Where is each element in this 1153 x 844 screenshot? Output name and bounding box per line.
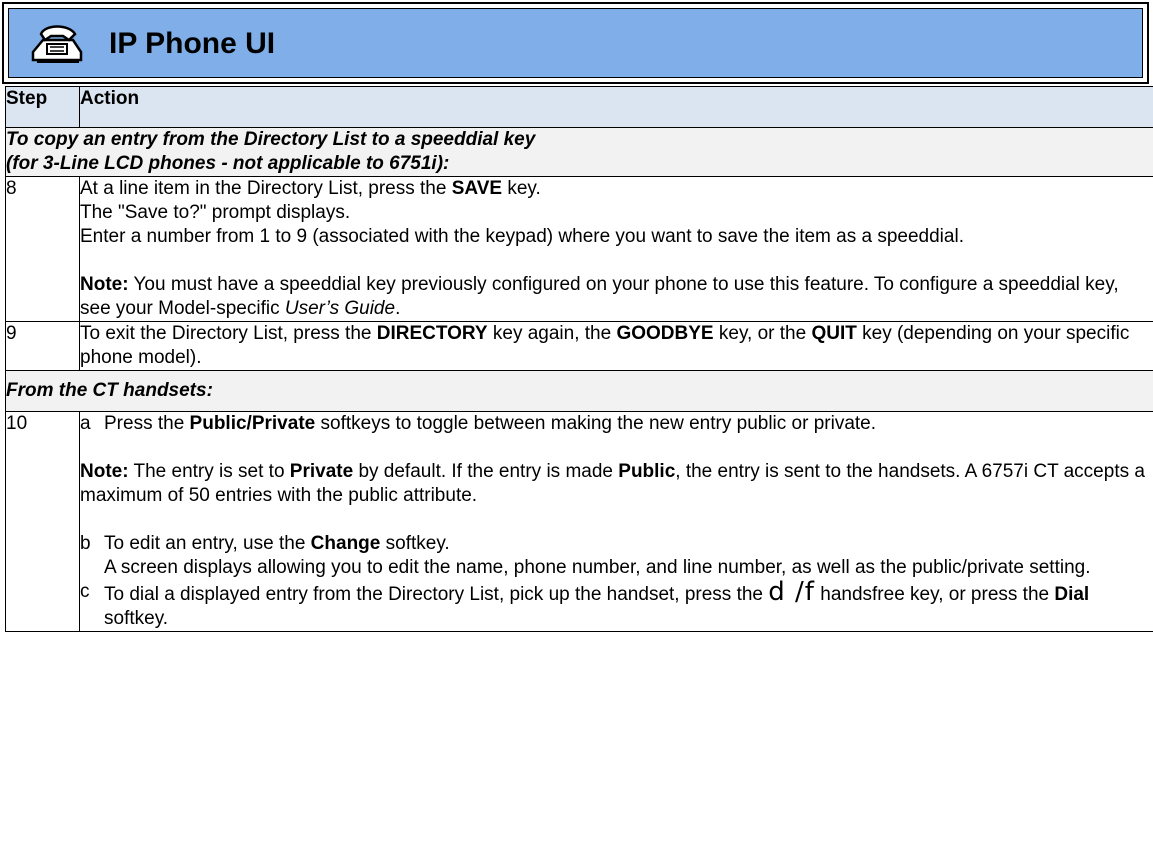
title-bar: IP Phone UI xyxy=(2,2,1149,84)
title-banner: IP Phone UI xyxy=(8,8,1143,78)
step-column-header: Step xyxy=(5,86,80,128)
substep-b: b To edit an entry, use the Change softk… xyxy=(80,533,1091,578)
page-title: IP Phone UI xyxy=(109,27,276,60)
section-heading-line: (for 3-Line LCD phones - not applicable … xyxy=(6,153,450,174)
action-column-header: Action xyxy=(79,86,1153,128)
key-name: GOODBYE xyxy=(616,323,714,344)
key-name: Private xyxy=(289,461,354,482)
substep-a: a Press the Public/Private softkeys to t… xyxy=(80,413,877,434)
action-text: Enter a number from 1 to 9 (associated w… xyxy=(80,226,964,247)
note-label: Note: xyxy=(80,461,129,482)
note-text: Note: You must have a speeddial key prev… xyxy=(80,274,1119,319)
substep-letter: b xyxy=(80,533,91,554)
step-number: 9 xyxy=(5,321,80,371)
action-cell: At a line item in the Directory List, pr… xyxy=(79,176,1153,322)
key-name: Public/Private xyxy=(189,413,316,434)
section-heading-row: From the CT handsets: xyxy=(5,370,1153,412)
note-label: Note: xyxy=(80,274,129,295)
key-name: Dial xyxy=(1054,584,1090,605)
section-heading-line: To copy an entry from the Directory List… xyxy=(6,129,536,150)
substep-letter: c xyxy=(80,581,90,602)
note-text: Note: The entry is set to Private by def… xyxy=(80,461,1145,506)
table-row: 8 At a line item in the Directory List, … xyxy=(5,176,1153,322)
section-heading-row: To copy an entry from the Directory List… xyxy=(5,127,1153,177)
key-name: Change xyxy=(310,533,381,554)
action-cell: To exit the Directory List, press the DI… xyxy=(79,321,1153,371)
key-name: SAVE xyxy=(451,178,503,199)
key-name: QUIT xyxy=(811,323,857,344)
steps-table: Step Action To copy an entry from the Di… xyxy=(5,86,1153,632)
guide-title: User’s Guide xyxy=(284,298,396,319)
action-cell: a Press the Public/Private softkeys to t… xyxy=(79,411,1153,632)
key-name: Public xyxy=(618,461,676,482)
table-row: 10 a Press the Public/Private softkeys t… xyxy=(5,411,1153,632)
substep-c: c To dial a displayed entry from the Dir… xyxy=(80,577,1090,629)
action-text: The "Save to?" prompt displays. xyxy=(80,202,351,223)
key-name: DIRECTORY xyxy=(376,323,488,344)
phone-icon xyxy=(31,25,83,63)
section-heading-copy-to-speeddial: To copy an entry from the Directory List… xyxy=(5,127,1153,177)
action-text: To exit the Directory List, press the DI… xyxy=(80,323,1130,368)
handsfree-key-glyph: d /f xyxy=(768,577,815,607)
substep-letter: a xyxy=(80,413,91,434)
step-number: 10 xyxy=(5,411,80,632)
table-header-row: Step Action xyxy=(5,86,1153,128)
action-text: At a line item in the Directory List, pr… xyxy=(80,178,541,199)
step-number: 8 xyxy=(5,176,80,322)
table-row: 9 To exit the Directory List, press the … xyxy=(5,321,1153,371)
section-heading-ct-handsets: From the CT handsets: xyxy=(5,370,1153,412)
